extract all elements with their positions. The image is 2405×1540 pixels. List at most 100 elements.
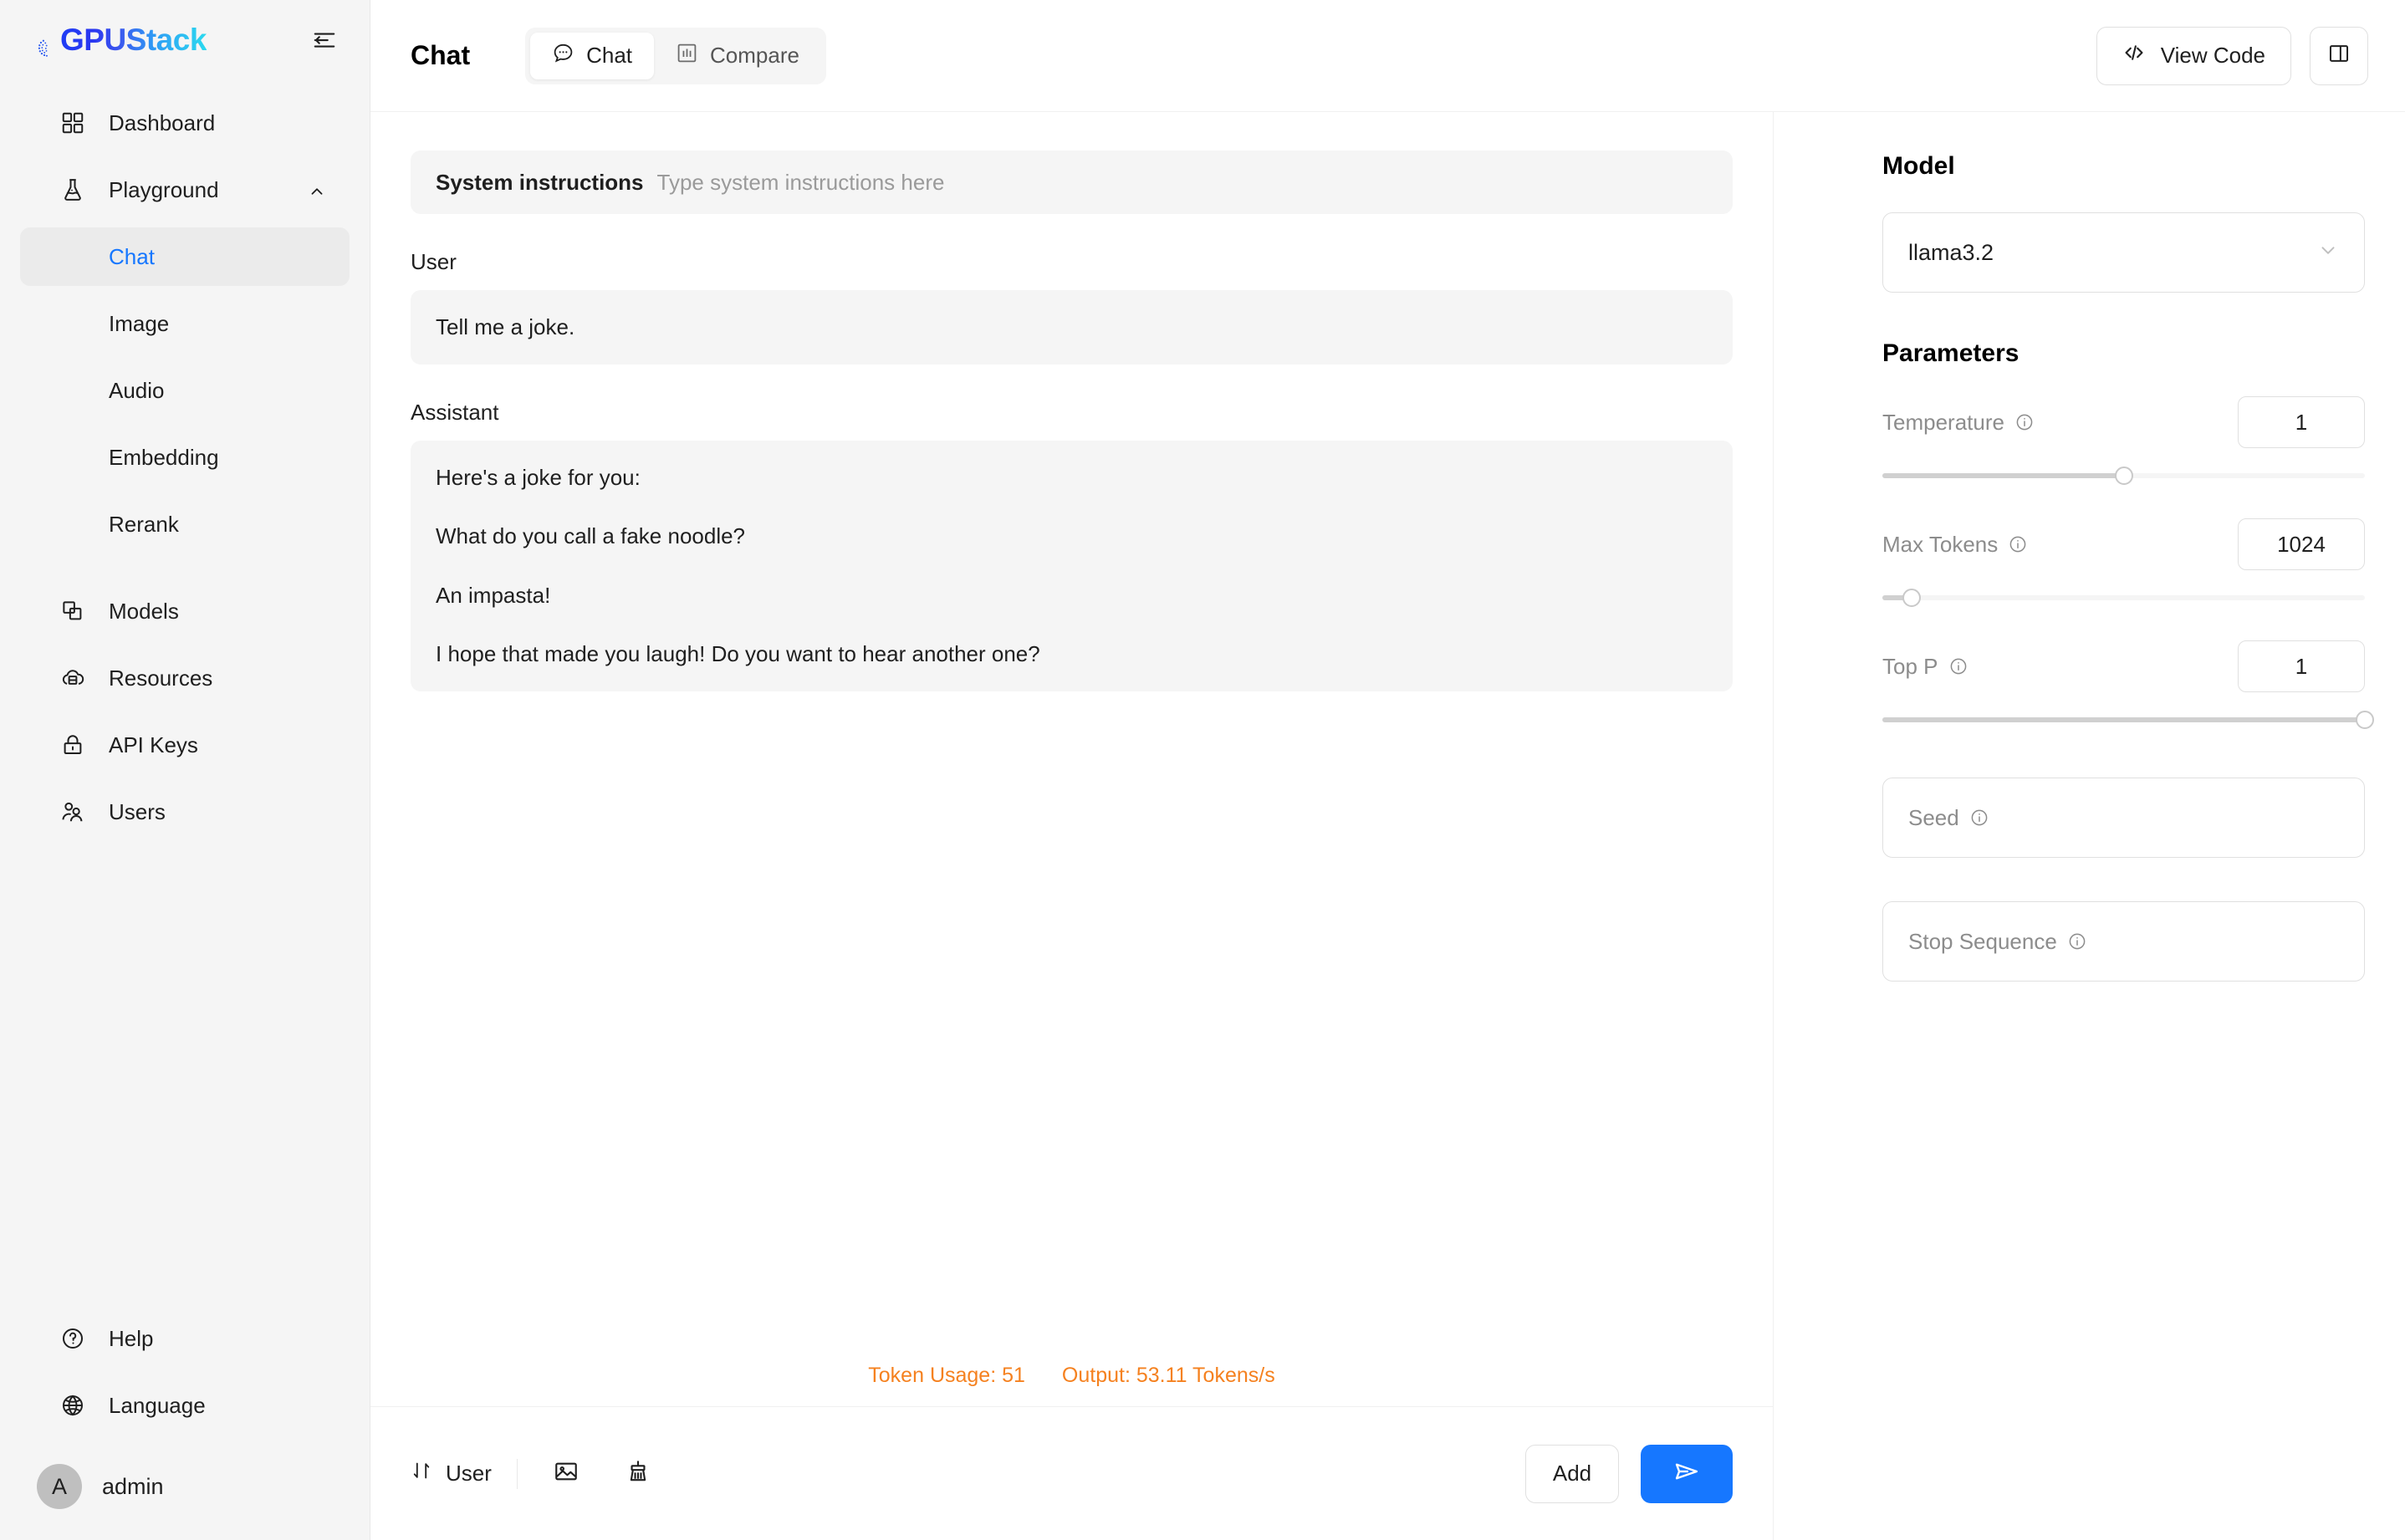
message-paragraph: Here's a joke for you:: [436, 464, 1708, 492]
tab-compare[interactable]: Compare: [654, 33, 821, 79]
message-content[interactable]: Here's a joke for you: What do you call …: [411, 441, 1733, 691]
nav-spacer: [0, 562, 370, 582]
parameter-label-wrap: Max Tokens: [1882, 532, 2028, 558]
system-instructions-placeholder: Type system instructions here: [657, 170, 945, 196]
sidebar-item-models[interactable]: Models: [20, 582, 350, 640]
parameter-label-wrap: Top P: [1882, 654, 1968, 680]
chevron-up-icon: [308, 181, 326, 199]
flask-icon: [59, 176, 87, 204]
sidebar-item-language[interactable]: Language: [20, 1376, 350, 1435]
globe-icon: [59, 1391, 87, 1420]
body-split: System instructions Type system instruct…: [370, 112, 2405, 1540]
attach-image-button[interactable]: [543, 1451, 590, 1497]
sidebar-item-label: Embedding: [109, 445, 219, 471]
sidebar-item-chat[interactable]: Chat: [20, 227, 350, 286]
slider-thumb[interactable]: [2356, 711, 2374, 729]
model-select-value: llama3.2: [1908, 240, 1994, 266]
tab-chat[interactable]: Chat: [530, 33, 654, 79]
slider-thumb[interactable]: [1902, 589, 1921, 607]
sidebar-item-resources[interactable]: Resources: [20, 649, 350, 707]
sidebar-item-label: API Keys: [109, 732, 198, 758]
sidebar-item-image[interactable]: Image: [20, 294, 350, 353]
max-tokens-input[interactable]: 1024: [2238, 518, 2365, 570]
add-message-button[interactable]: Add: [1525, 1445, 1619, 1503]
chevron-down-icon: [2317, 239, 2339, 267]
message-role-label: Assistant: [411, 400, 1733, 426]
max-tokens-slider[interactable]: [1882, 582, 2365, 612]
parameter-row: Temperature 1: [1882, 396, 2365, 448]
seed-label: Seed: [1908, 805, 1959, 831]
role-switch-label: User: [446, 1461, 492, 1486]
cloud-server-icon: [59, 664, 87, 692]
parameter-row: Top P 1: [1882, 640, 2365, 692]
main-area: Chat Chat: [370, 0, 2405, 1540]
stop-sequence-input[interactable]: Stop Sequence: [1882, 901, 2365, 982]
split-panel-icon: [2327, 42, 2351, 69]
chat-scroll-area[interactable]: System instructions Type system instruct…: [370, 112, 1773, 1356]
parameter-temperature: Temperature 1: [1882, 396, 2365, 490]
info-circle-icon[interactable]: [2008, 534, 2028, 554]
sidebar-item-label: Language: [109, 1393, 206, 1419]
sidebar-item-playground[interactable]: Playground: [20, 161, 350, 219]
view-code-label: View Code: [2161, 43, 2265, 69]
account-name: admin: [102, 1474, 164, 1500]
slider-thumb[interactable]: [2115, 467, 2133, 485]
composer-right-actions: Add: [1525, 1445, 1733, 1503]
top-p-slider[interactable]: [1882, 704, 2365, 734]
image-icon: [553, 1458, 580, 1489]
swap-arrows-icon: [411, 1460, 432, 1487]
info-circle-icon[interactable]: [1969, 808, 1989, 828]
message-content[interactable]: Tell me a joke.: [411, 290, 1733, 365]
clear-messages-button[interactable]: [615, 1451, 661, 1497]
slider-fill: [1882, 473, 2124, 478]
account-row[interactable]: A admin: [0, 1453, 370, 1520]
view-code-button[interactable]: View Code: [2096, 27, 2291, 85]
info-circle-icon[interactable]: [2014, 412, 2035, 432]
sidebar-item-help[interactable]: Help: [20, 1309, 350, 1368]
message-assistant: Assistant Here's a joke for you: What do…: [411, 400, 1733, 691]
parameter-label: Temperature: [1882, 410, 2004, 436]
sidebar-collapse-icon[interactable]: [308, 23, 341, 57]
temperature-input[interactable]: 1: [2238, 396, 2365, 448]
top-p-input[interactable]: 1: [2238, 640, 2365, 692]
page-title: Chat: [411, 40, 470, 71]
parameter-row: Max Tokens 1024: [1882, 518, 2365, 570]
role-switch-button[interactable]: User: [411, 1460, 517, 1487]
message-user: User Tell me a joke.: [411, 249, 1733, 365]
users-icon: [59, 798, 87, 826]
sidebar-item-dashboard[interactable]: Dashboard: [20, 94, 350, 152]
chat-column: System instructions Type system instruct…: [370, 112, 1774, 1540]
system-instructions-input[interactable]: System instructions Type system instruct…: [411, 150, 1733, 214]
top-bar: Chat Chat: [370, 0, 2405, 112]
sidebar-item-embedding[interactable]: Embedding: [20, 428, 350, 487]
sidebar-item-label: Dashboard: [109, 110, 215, 136]
send-icon: [1672, 1457, 1701, 1490]
output-speed-text: Output: 53.11 Tokens/s: [1062, 1364, 1275, 1388]
info-circle-icon[interactable]: [2067, 931, 2087, 951]
compare-panels-icon: [676, 42, 698, 70]
temperature-slider[interactable]: [1882, 460, 2365, 490]
sidebar-item-api-keys[interactable]: API Keys: [20, 716, 350, 774]
mode-segmented-control: Chat Compare: [525, 28, 826, 84]
sidebar-item-audio[interactable]: Audio: [20, 361, 350, 420]
question-circle-icon: [59, 1324, 87, 1353]
send-button[interactable]: [1641, 1445, 1733, 1503]
sidebar-item-label: Models: [109, 599, 179, 625]
add-button-label: Add: [1553, 1461, 1591, 1486]
sidebar-item-users[interactable]: Users: [20, 783, 350, 841]
slider-track: [1882, 595, 2365, 600]
parameter-top-p: Top P 1: [1882, 640, 2365, 734]
parameters-heading: Parameters: [1882, 339, 2365, 368]
sidebar-item-rerank[interactable]: Rerank: [20, 495, 350, 553]
model-select[interactable]: llama3.2: [1882, 212, 2365, 293]
seed-input[interactable]: Seed: [1882, 778, 2365, 858]
info-circle-icon[interactable]: [1948, 656, 1968, 676]
toolbar-divider: [517, 1459, 518, 1489]
model-heading: Model: [1882, 152, 2365, 181]
parameter-label: Top P: [1882, 654, 1938, 680]
split-panel-toggle-button[interactable]: [2310, 27, 2368, 85]
top-bar-actions: View Code: [2096, 27, 2368, 85]
message-paragraph: Tell me a joke.: [436, 314, 1708, 341]
usage-stats: Token Usage: 51 Output: 53.11 Tokens/s: [370, 1356, 1773, 1406]
message-paragraph: An impasta!: [436, 582, 1708, 609]
